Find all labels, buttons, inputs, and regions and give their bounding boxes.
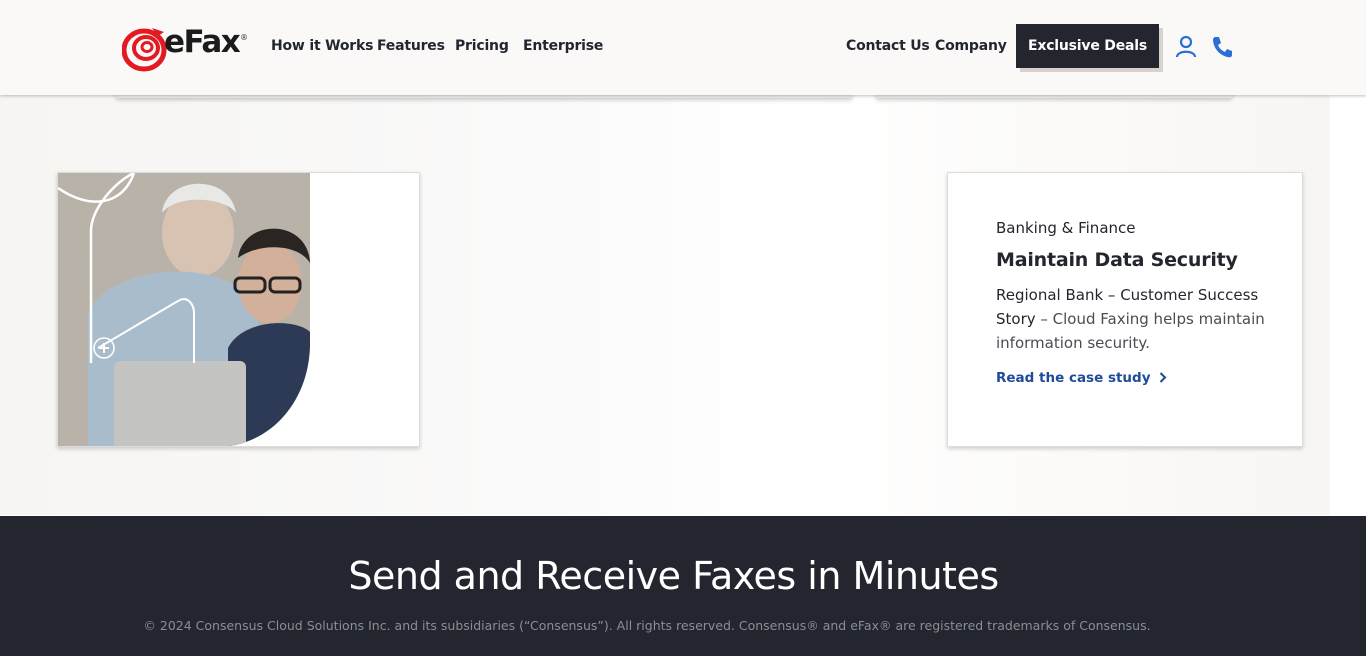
phone-icon[interactable] bbox=[1211, 35, 1233, 59]
copyright-text: © 2024 Consensus Cloud Solutions Inc. an… bbox=[143, 618, 1151, 633]
case-study-category: Banking & Finance bbox=[996, 219, 1136, 237]
case-study-description: Regional Bank – Customer Success Story –… bbox=[996, 283, 1266, 355]
nav-contact-us[interactable]: Contact Us bbox=[846, 38, 930, 54]
nav-features[interactable]: Features bbox=[377, 38, 445, 54]
case-study-image-card bbox=[57, 172, 420, 447]
exclusive-deals-button[interactable]: Exclusive Deals bbox=[1016, 24, 1159, 68]
business-people-photo bbox=[58, 173, 310, 446]
efax-logo[interactable]: eFax ® bbox=[122, 24, 248, 74]
site-footer: Send and Receive Faxes in Minutes © 2024… bbox=[0, 516, 1366, 656]
case-study-description-rest: – Cloud Faxing helps maintain informatio… bbox=[996, 310, 1265, 352]
case-study-title: Maintain Data Security bbox=[996, 249, 1238, 271]
nav-how-it-works[interactable]: How it Works bbox=[271, 38, 373, 54]
chevron-right-icon bbox=[1160, 372, 1167, 383]
read-case-study-link[interactable]: Read the case study bbox=[996, 370, 1167, 386]
case-study-text-card: Banking & Finance Maintain Data Security… bbox=[947, 172, 1303, 447]
logo-wordmark: eFax bbox=[164, 24, 241, 60]
nav-enterprise[interactable]: Enterprise bbox=[523, 38, 603, 54]
nav-pricing[interactable]: Pricing bbox=[455, 38, 509, 54]
logo-registered-mark: ® bbox=[240, 33, 248, 42]
site-header: eFax ® How it Works Features Pricing Ent… bbox=[0, 0, 1366, 95]
user-icon[interactable] bbox=[1175, 35, 1197, 59]
read-case-study-label: Read the case study bbox=[996, 370, 1151, 386]
nav-company[interactable]: Company bbox=[935, 38, 1007, 54]
footer-headline: Send and Receive Faxes in Minutes bbox=[348, 554, 999, 598]
